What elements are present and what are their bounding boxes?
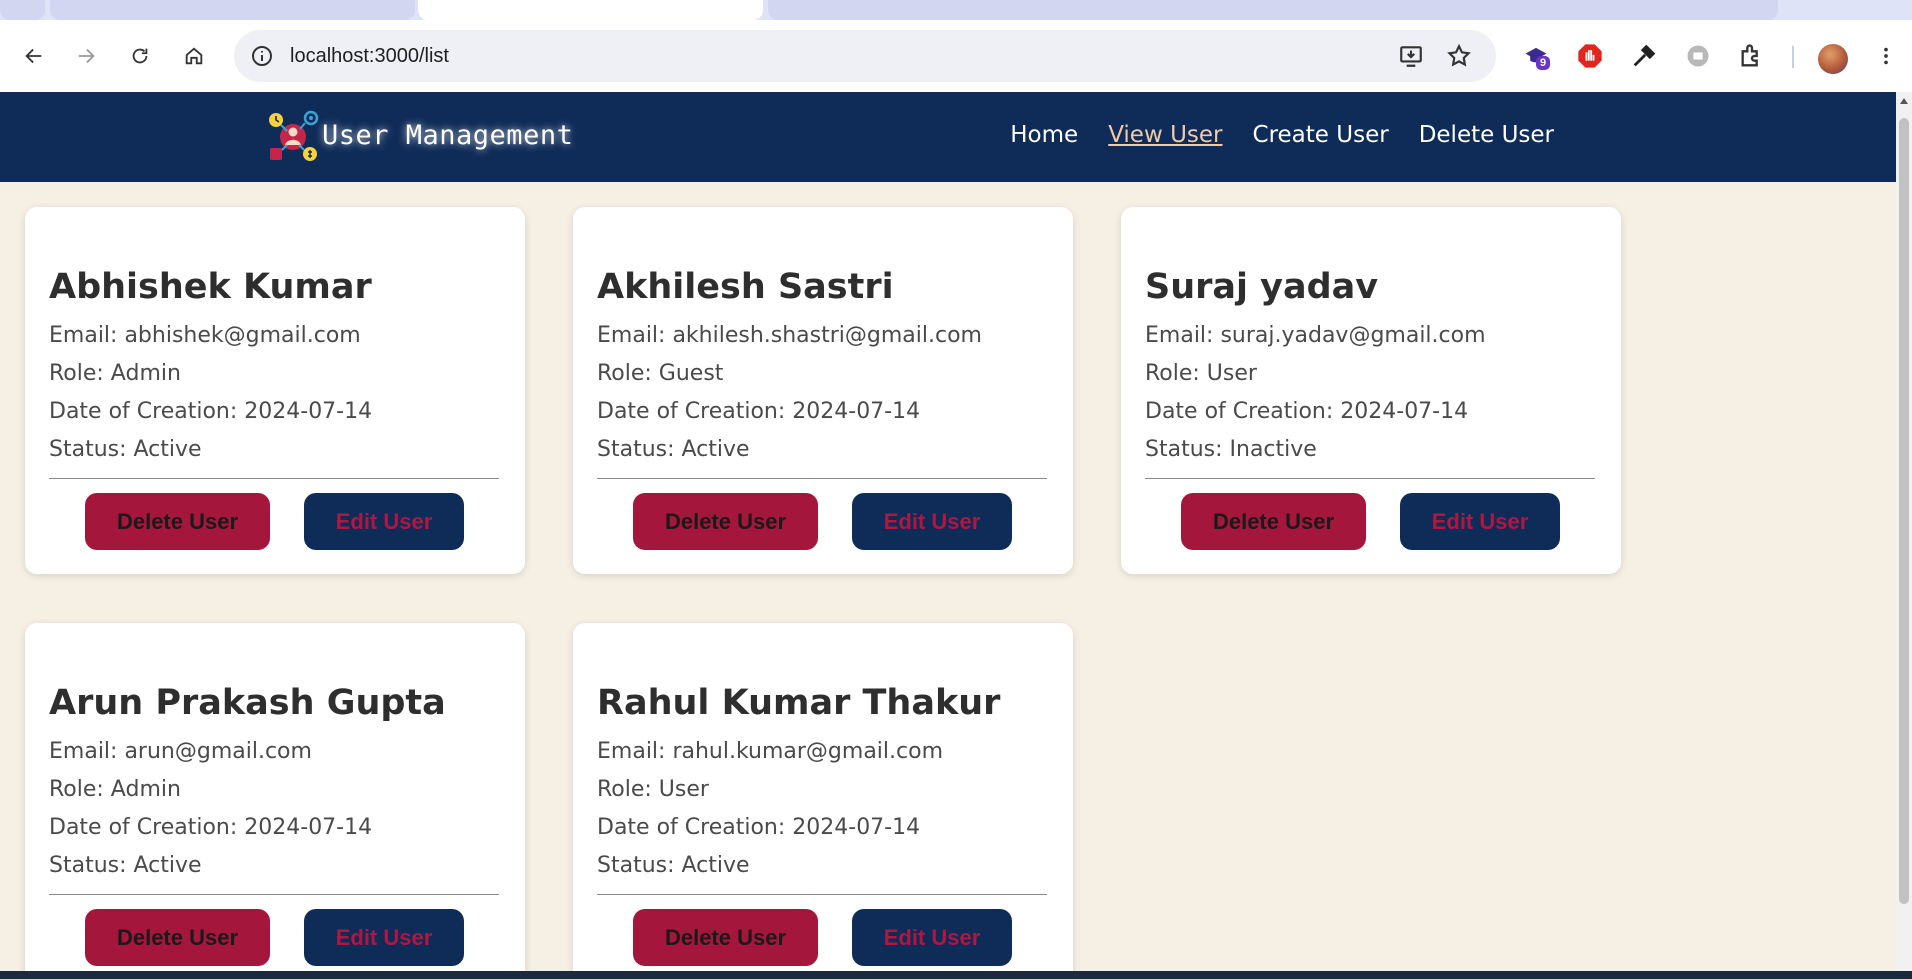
toolbar-separator [1792,46,1794,68]
user-card: Akhilesh Sastri Email: akhilesh.shastri@… [573,207,1073,574]
card-divider [49,478,499,479]
user-email: Email: rahul.kumar@gmail.com [597,739,944,764]
browser-menu-icon[interactable] [1870,40,1902,72]
browser-tab[interactable] [768,0,1778,20]
extension-icon[interactable]: 9 [1520,40,1552,72]
delete-user-button[interactable]: Delete User [1181,493,1366,550]
user-name: Akhilesh Sastri [597,267,894,307]
scroll-up-arrow-icon[interactable] [1899,96,1909,106]
card-divider [1145,478,1595,479]
user-status: Status: Active [597,437,750,462]
bookmark-star-icon[interactable] [1446,43,1472,69]
user-created-date: Date of Creation: 2024-07-14 [49,815,373,840]
user-management-logo-icon [269,110,319,161]
main-nav: Home View User Create User Delete User [1010,122,1554,148]
user-created-date: Date of Creation: 2024-07-14 [49,399,373,424]
extension-badge: 9 [1536,56,1551,70]
browser-tab-active[interactable] [418,0,763,20]
user-name: Suraj yadav [1145,267,1379,307]
user-email: Email: suraj.yadav@gmail.com [1145,323,1486,348]
browser-toolbar: localhost:3000/list 9 [0,20,1912,92]
extensions-puzzle-icon[interactable] [1736,40,1768,72]
app-navbar: User Management Home View User Create Us… [0,92,1896,182]
user-card: Suraj yadav Email: suraj.yadav@gmail.com… [1121,207,1621,574]
url-text[interactable]: localhost:3000/list [290,45,449,68]
eyedropper-icon[interactable] [1628,40,1660,72]
delete-user-button[interactable]: Delete User [85,493,270,550]
user-email: Email: arun@gmail.com [49,739,312,764]
user-name: Arun Prakash Gupta [49,683,446,723]
user-list: Abhishek Kumar Email: abhishek@gmail.com… [0,182,1896,979]
card-divider [597,478,1047,479]
user-role: Role: Guest [597,361,724,386]
user-role: Role: Admin [49,777,181,802]
user-card: Arun Prakash Gupta Email: arun@gmail.com… [25,623,525,979]
user-name: Rahul Kumar Thakur [597,683,1001,723]
user-name: Abhishek Kumar [49,267,372,307]
user-role: Role: User [597,777,709,802]
delete-user-button[interactable]: Delete User [633,909,818,966]
browser-tab[interactable] [0,0,45,20]
edit-user-button[interactable]: Edit User [852,493,1012,550]
site-info-icon[interactable] [250,44,274,68]
user-email: Email: abhishek@gmail.com [49,323,361,348]
user-status: Status: Active [49,853,202,878]
user-card: Abhishek Kumar Email: abhishek@gmail.com… [25,207,525,574]
taskbar-edge [0,971,1912,979]
user-status: Status: Inactive [1145,437,1317,462]
nav-link-home[interactable]: Home [1010,122,1078,148]
address-bar[interactable]: localhost:3000/list [234,30,1496,82]
user-created-date: Date of Creation: 2024-07-14 [1145,399,1469,424]
user-status: Status: Active [597,853,750,878]
user-created-date: Date of Creation: 2024-07-14 [597,399,921,424]
install-app-icon[interactable] [1398,43,1424,69]
user-status: Status: Active [49,437,202,462]
card-divider [597,894,1047,895]
delete-user-button[interactable]: Delete User [633,493,818,550]
edit-user-button[interactable]: Edit User [1400,493,1560,550]
browser-tab-strip [0,0,1912,20]
delete-user-button[interactable]: Delete User [85,909,270,966]
card-divider [49,894,499,895]
reload-icon[interactable] [124,40,156,72]
nav-link-create-user[interactable]: Create User [1253,122,1389,148]
nav-link-view-user[interactable]: View User [1108,122,1222,148]
adblock-icon[interactable] [1574,40,1606,72]
extension-gray-icon[interactable] [1682,40,1714,72]
app-brand-title[interactable]: User Management [322,120,573,151]
home-icon[interactable] [178,40,210,72]
browser-tab[interactable] [50,0,415,20]
user-email: Email: akhilesh.shastri@gmail.com [597,323,982,348]
user-role: Role: Admin [49,361,181,386]
user-role: Role: User [1145,361,1257,386]
profile-avatar[interactable] [1818,44,1848,74]
edit-user-button[interactable]: Edit User [304,909,464,966]
edit-user-button[interactable]: Edit User [852,909,1012,966]
user-card: Rahul Kumar Thakur Email: rahul.kumar@gm… [573,623,1073,979]
back-icon[interactable] [18,40,50,72]
scrollbar-thumb[interactable] [1899,118,1909,904]
forward-icon[interactable] [70,40,102,72]
edit-user-button[interactable]: Edit User [304,493,464,550]
user-created-date: Date of Creation: 2024-07-14 [597,815,921,840]
nav-link-delete-user[interactable]: Delete User [1419,122,1554,148]
